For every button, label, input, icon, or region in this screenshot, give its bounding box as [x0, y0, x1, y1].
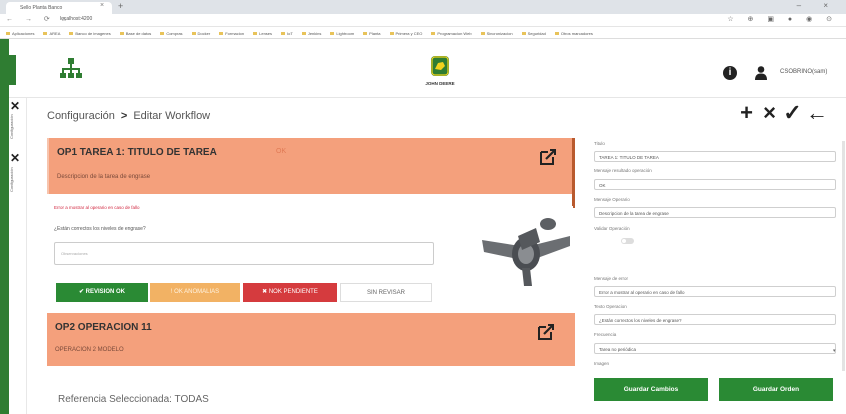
- panel-scrollbar[interactable]: [842, 141, 845, 371]
- ok-anomalies-button[interactable]: ! OK ANOMALIAS: [150, 283, 240, 302]
- bookmark-item[interactable]: Banco de imagenes: [69, 31, 110, 36]
- confirm-icon[interactable]: ✓: [783, 100, 806, 126]
- save-order-button[interactable]: Guardar Orden: [719, 378, 833, 401]
- operation-description: Descripcion de la tarea de engrase: [57, 174, 151, 180]
- url-field[interactable]: localhost:4200: [60, 16, 92, 22]
- titulo-label: Titulo: [594, 141, 605, 146]
- card-scrollbar[interactable]: [572, 138, 575, 208]
- operator-message-label: Mensaje Operario: [594, 197, 630, 202]
- browser-tab-bar: [0, 0, 846, 14]
- validate-operation-toggle[interactable]: [621, 238, 634, 244]
- bookmark-item[interactable]: Programacion Web: [431, 31, 471, 36]
- org-chart-icon[interactable]: [60, 57, 82, 79]
- nok-pending-button[interactable]: ✖ NOK PENDIENTE: [243, 283, 337, 302]
- bookmark-item[interactable]: Compras: [160, 31, 182, 36]
- operation-card-op2[interactable]: OP2 OPERACION 11 OPERACION 2 MODELO: [47, 313, 575, 366]
- error-message-label: Mensaje de error: [594, 276, 629, 281]
- bookmark-item[interactable]: Formacion: [219, 31, 244, 36]
- browser-tab-title: Sello Planta Banco: [20, 5, 63, 11]
- save-changes-button[interactable]: Guardar Cambios: [594, 378, 708, 401]
- close-icon[interactable]: ✕: [10, 99, 20, 113]
- bookmarks-bar: Aplicaciones AREA Banco de imagenes Base de…: [0, 27, 846, 39]
- bookmark-item[interactable]: Lenses: [253, 31, 272, 36]
- left-green-bar: [0, 39, 9, 414]
- result-message-field[interactable]: OK: [594, 179, 836, 190]
- operator-message-field[interactable]: Descripcion de la tarea de engrase: [594, 207, 836, 218]
- browser-tab[interactable]: Sello Planta Banco: [6, 2, 112, 14]
- address-bar: ← → ⟳ ⌂ localhost:4200 ☆ ⊕ ▣ ● ◉ ⊙: [0, 14, 846, 27]
- bookmark-item[interactable]: Sincronizacion: [481, 31, 513, 36]
- breadcrumb-separator: >: [120, 110, 128, 122]
- unreviewed-button[interactable]: SIN REVISAR: [340, 283, 432, 302]
- window-controls[interactable]: – ×: [797, 1, 838, 10]
- bookmark-item[interactable]: AREA: [43, 31, 60, 36]
- close-tab-icon[interactable]: ×: [100, 2, 104, 9]
- observations-input[interactable]: Observaciones: [54, 242, 434, 265]
- edit-icon[interactable]: [539, 148, 557, 166]
- extension-icons[interactable]: ☆ ⊕ ▣ ● ◉ ⊙: [727, 15, 838, 23]
- bookmark-item[interactable]: Primera y CEO: [390, 31, 423, 36]
- revision-ok-button[interactable]: ✔ REVISION OK: [56, 283, 148, 302]
- toolbar-actions: + × ✓←: [737, 100, 829, 126]
- info-icon[interactable]: i: [723, 66, 737, 80]
- side-label-configuracion-2[interactable]: Configuración: [9, 165, 23, 195]
- new-tab-icon[interactable]: +: [118, 1, 123, 11]
- frequency-label: Frecuencia: [594, 332, 617, 337]
- operation-description: OPERACION 2 MODELO: [55, 347, 124, 353]
- breadcrumb: Configuración > Editar Workflow: [47, 110, 210, 122]
- image-label: Imagen: [594, 361, 610, 366]
- back-arrow-icon[interactable]: ←: [806, 100, 829, 126]
- operation-title: OP1 TAREA 1: TITULO DE TAREA: [57, 147, 217, 158]
- bookmark-item[interactable]: Jenkins: [302, 31, 322, 36]
- selected-reference: Referencia Seleccionada: TODAS: [58, 394, 209, 405]
- error-message-field[interactable]: Error a mostrar al operario en caso de f…: [594, 286, 836, 297]
- operation-title: OP2 OPERACION 11: [55, 322, 152, 333]
- bookmark-item[interactable]: Aplicaciones: [6, 31, 34, 36]
- operation-status: OK: [276, 148, 287, 155]
- axle-image: [478, 206, 573, 294]
- bookmark-item[interactable]: IoT: [281, 31, 293, 36]
- close-icon[interactable]: ✕: [10, 151, 20, 165]
- brand-text: JOHN DEERE: [425, 81, 455, 86]
- add-icon[interactable]: +: [737, 100, 760, 126]
- titulo-field[interactable]: TAREA 1: TITULO DE TAREA: [594, 151, 836, 162]
- bookmark-item[interactable]: Otros marcadores: [555, 31, 593, 36]
- bookmark-item[interactable]: Planta: [363, 31, 380, 36]
- operation-card-op1[interactable]: OP1 TAREA 1: TITULO DE TAREA OK Descripc…: [47, 138, 575, 194]
- bookmark-item[interactable]: Docker: [192, 31, 211, 36]
- frequency-select[interactable]: Tarea no periódica: [594, 343, 836, 354]
- username[interactable]: CSOBRINO(sam): [780, 69, 827, 75]
- edit-icon[interactable]: [537, 323, 555, 341]
- left-green-tab: [9, 55, 16, 85]
- user-icon[interactable]: [755, 66, 767, 80]
- validate-operation-label: Validar Operación: [594, 226, 630, 231]
- bookmark-item[interactable]: Lightroom: [330, 31, 354, 36]
- bookmark-item[interactable]: Seguridad: [522, 31, 546, 36]
- breadcrumb-parent[interactable]: Configuración: [47, 110, 115, 122]
- chevron-down-icon[interactable]: ▾: [833, 348, 836, 354]
- error-message: Error a mostrar al operario en caso de f…: [54, 205, 140, 210]
- breadcrumb-current: Editar Workflow: [133, 110, 211, 122]
- result-message-label: Mensaje resultado operación: [594, 168, 652, 173]
- operation-text-field[interactable]: ¿Están correctos los niveles de engrase?: [594, 314, 836, 325]
- operation-text-label: Texto Operacion: [594, 304, 627, 309]
- bookmark-item[interactable]: Base de datos: [120, 31, 152, 36]
- side-panel: [9, 98, 27, 414]
- side-label-configuracion[interactable]: Configuración: [9, 112, 23, 142]
- question-text: ¿Están correctos los niveles de engrase?: [54, 226, 146, 232]
- cancel-icon[interactable]: ×: [760, 100, 783, 126]
